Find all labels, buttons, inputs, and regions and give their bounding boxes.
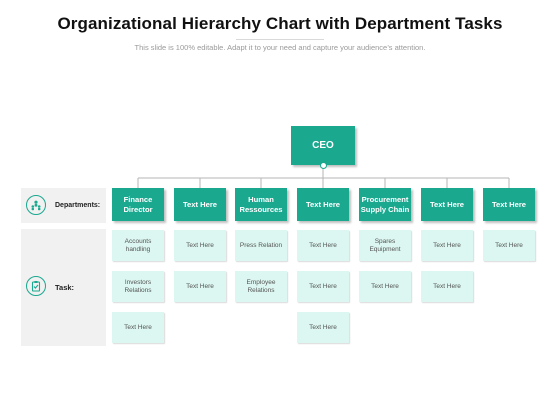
department-node: Finance Director xyxy=(112,188,164,221)
task-cell: Employee Relations xyxy=(235,271,287,302)
departments-label: Departments: xyxy=(55,202,101,209)
task-cell: Text Here xyxy=(174,230,226,261)
task-cell: Investors Relations xyxy=(112,271,164,302)
task-cell: Text Here xyxy=(112,312,164,343)
people-group-icon xyxy=(26,195,46,215)
ceo-node: CEO xyxy=(291,126,355,165)
task-row-header: Task: xyxy=(21,229,106,346)
task-cell: Text Here xyxy=(359,271,411,302)
department-node: Text Here xyxy=(297,188,349,221)
clipboard-icon xyxy=(26,276,46,296)
ceo-connector-dot xyxy=(320,162,327,169)
task-cell: Text Here xyxy=(421,271,473,302)
task-cell: Text Here xyxy=(297,271,349,302)
department-node: Text Here xyxy=(483,188,535,221)
task-cell: Text Here xyxy=(483,230,535,261)
task-cell: Accounts handling xyxy=(112,230,164,261)
task-cell: Text Here xyxy=(174,271,226,302)
department-node: Procurement Supply Chain xyxy=(359,188,411,221)
task-cell: Text Here xyxy=(297,230,349,261)
department-node: Human Ressources xyxy=(235,188,287,221)
departments-row-header: Departments: xyxy=(21,188,106,223)
task-cell: Text Here xyxy=(297,312,349,343)
task-cell: Press Relation xyxy=(235,230,287,261)
task-label: Task: xyxy=(55,283,75,292)
task-cell: Text Here xyxy=(421,230,473,261)
department-node: Text Here xyxy=(174,188,226,221)
department-node: Text Here xyxy=(421,188,473,221)
task-cell: Spares Equipment xyxy=(359,230,411,261)
